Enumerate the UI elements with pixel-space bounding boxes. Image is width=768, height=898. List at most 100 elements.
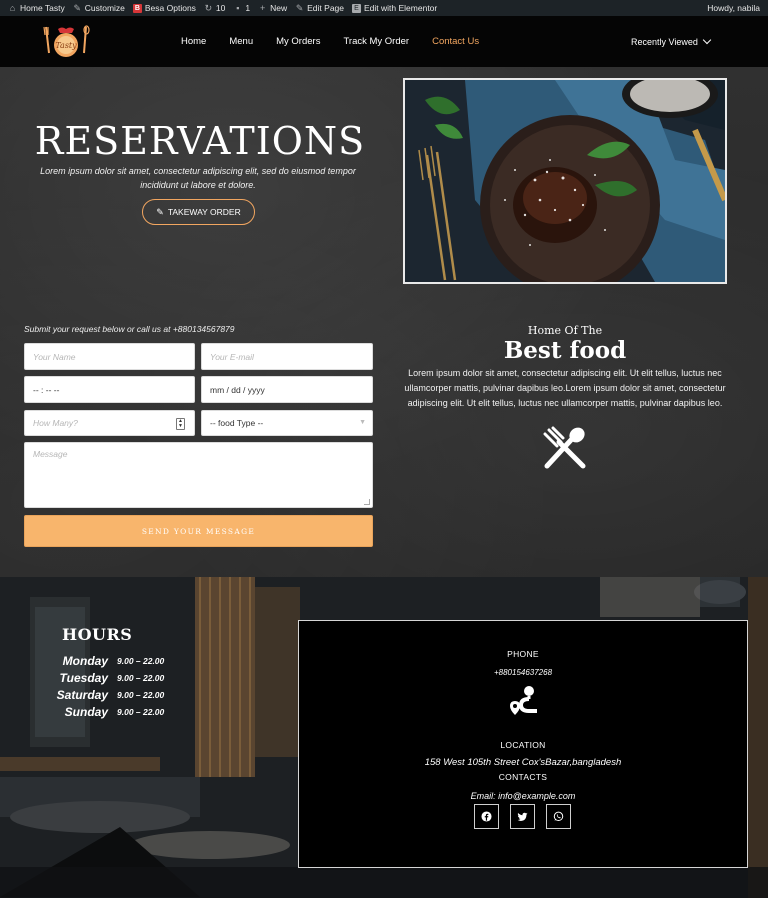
hours-time: 9.00 – 22.00 xyxy=(117,690,165,700)
nav-item-my-orders[interactable]: My Orders xyxy=(270,36,326,47)
admin-elementor-label: Edit with Elementor xyxy=(364,3,438,13)
admin-site-name: Home Tasty xyxy=(20,3,65,13)
fork-spoon-icon xyxy=(541,426,589,470)
time-field[interactable]: -- : -- -- xyxy=(24,376,195,403)
besa-icon: B xyxy=(132,3,142,13)
reservation-description: Lorem ipsum dolor sit amet, consectetur … xyxy=(40,166,356,190)
twitter-icon xyxy=(517,812,528,821)
hours-time: 9.00 – 22.00 xyxy=(117,673,165,683)
facebook-icon xyxy=(481,811,492,822)
nav-item-home[interactable]: Home xyxy=(175,36,212,47)
takeaway-order-label: TAKEWAY ORDER xyxy=(167,207,241,217)
plus-icon: + xyxy=(259,2,266,13)
message-placeholder: Message xyxy=(33,449,68,459)
admin-comments-count: 1 xyxy=(245,3,251,13)
hours-row: Tuesday 9.00 – 22.00 xyxy=(40,670,220,686)
hours-day: Monday xyxy=(62,654,108,668)
admin-bar: ⌂ Home Tasty ✎ Customize B Besa Options … xyxy=(0,0,768,16)
food-type-select[interactable]: -- food Type -- ▼ xyxy=(201,410,373,436)
email-placeholder: Your E-mail xyxy=(210,351,254,362)
spinner-arrows-icon[interactable]: ▲ ▼ xyxy=(176,418,185,430)
admin-edit-page-label: Edit Page xyxy=(307,3,345,13)
site-header: Tasty Home Menu My Orders Track My Order… xyxy=(0,16,768,67)
admin-edit-page-link[interactable]: ✎ Edit Page xyxy=(291,0,348,16)
hours-title: HOURS xyxy=(62,625,133,644)
whatsapp-button[interactable] xyxy=(546,804,571,829)
whatsapp-icon xyxy=(553,811,564,822)
admin-besa-options-label: Besa Options xyxy=(144,3,196,13)
reservation-section: RESERVATIONS Lorem ipsum dolor sit amet,… xyxy=(0,67,768,577)
email-address[interactable]: Email: info@example.com xyxy=(299,791,747,801)
guest-count-placeholder: How Many? xyxy=(33,418,78,428)
contacts-label: CONTACTS xyxy=(498,772,548,782)
hours-day: Tuesday xyxy=(59,671,108,685)
admin-greeting: Howdy, nabila xyxy=(707,3,760,13)
refresh-icon: ↻ xyxy=(204,2,213,13)
main-nav: Home Menu My Orders Track My Order Conta… xyxy=(175,16,496,67)
name-field[interactable]: Your Name xyxy=(24,343,195,370)
phone-number[interactable]: +880154637268 xyxy=(299,668,747,677)
address: 158 West 105th Street Cox'sBazar,banglad… xyxy=(424,757,622,768)
admin-new-label: New xyxy=(270,3,288,13)
resize-handle-icon[interactable] xyxy=(364,499,370,505)
takeaway-order-button[interactable]: ✎ TAKEWAY ORDER xyxy=(142,199,255,225)
hours-day: Sunday xyxy=(64,705,108,719)
hours-time: 9.00 – 22.00 xyxy=(117,656,165,666)
recently-viewed-dropdown[interactable]: Recently Viewed xyxy=(631,16,712,67)
admin-new-link[interactable]: + New xyxy=(254,0,291,16)
svg-text:Tasty: Tasty xyxy=(55,41,77,50)
name-placeholder: Your Name xyxy=(33,351,76,362)
admin-updates-count: 10 xyxy=(215,3,226,13)
admin-comments-link[interactable]: ▪ 1 xyxy=(229,0,254,16)
date-value: mm / dd / yyyy xyxy=(210,384,265,395)
time-value: -- : -- -- xyxy=(33,384,60,395)
contact-card: PHONE +880154637268 LOCATION 158 West 10… xyxy=(298,620,748,868)
hours-contact-section: HOURS Monday 9.00 – 22.00 Tuesday 9.00 –… xyxy=(0,577,768,898)
chevron-down-icon xyxy=(702,35,712,44)
chevron-down-icon: ▼ xyxy=(359,419,366,426)
nav-item-menu[interactable]: Menu xyxy=(223,36,259,47)
admin-account-link[interactable]: Howdy, nabila xyxy=(703,0,764,16)
home-icon: ⌂ xyxy=(9,2,16,13)
comment-icon: ▪ xyxy=(236,2,240,13)
location-label: LOCATION xyxy=(500,740,546,750)
twitter-button[interactable] xyxy=(510,804,535,829)
guest-count-stepper[interactable]: How Many? ▲ ▼ xyxy=(24,410,195,436)
site-logo[interactable]: Tasty xyxy=(42,23,94,61)
recently-viewed-label: Recently Viewed xyxy=(631,36,698,47)
edit-icon: ✎ xyxy=(156,206,164,217)
about-kicker: Home Of The xyxy=(527,324,603,337)
pencil-icon: ✎ xyxy=(295,2,304,13)
admin-elementor-link[interactable]: E Edit with Elementor xyxy=(348,0,441,16)
hours-day: Saturday xyxy=(56,688,108,702)
hours-row: Monday 9.00 – 22.00 xyxy=(40,653,220,669)
admin-customize-link[interactable]: ✎ Customize xyxy=(69,0,129,16)
hours-row: Sunday 9.00 – 22.00 xyxy=(40,704,220,720)
send-message-button[interactable]: SEND YOUR MESSAGE xyxy=(24,515,373,547)
date-field[interactable]: mm / dd / yyyy xyxy=(201,376,373,403)
admin-customize-label: Customize xyxy=(84,3,125,13)
hours-time: 9.00 – 22.00 xyxy=(117,707,165,717)
elementor-icon: E xyxy=(352,3,362,13)
page-title: RESERVATIONS xyxy=(34,119,366,163)
about-heading: Best food xyxy=(503,337,627,364)
message-textarea[interactable]: Message xyxy=(24,442,373,508)
tasty-logo-icon: Tasty xyxy=(43,25,90,57)
social-links xyxy=(474,804,571,829)
nav-item-track-order[interactable]: Track My Order xyxy=(337,36,415,47)
facebook-button[interactable] xyxy=(474,804,499,829)
food-type-value: -- food Type -- xyxy=(210,418,264,428)
admin-site-link[interactable]: ⌂ Home Tasty xyxy=(4,0,69,16)
brush-icon: ✎ xyxy=(73,2,81,13)
map-route-icon xyxy=(507,685,541,719)
nav-item-contact-us[interactable]: Contact Us xyxy=(426,36,485,47)
admin-besa-options-link[interactable]: B Besa Options xyxy=(129,0,200,16)
phone-label: PHONE xyxy=(507,649,539,659)
about-description: Lorem ipsum dolor sit amet, consectetur … xyxy=(404,368,726,408)
chocolate-cake-image xyxy=(405,80,725,282)
email-field[interactable]: Your E-mail xyxy=(201,343,373,370)
hours-row: Saturday 9.00 – 22.00 xyxy=(40,687,220,703)
form-note: Submit your request below or call us at … xyxy=(24,324,235,334)
dessert-photo xyxy=(403,78,727,284)
admin-updates-link[interactable]: ↻ 10 xyxy=(200,0,229,16)
